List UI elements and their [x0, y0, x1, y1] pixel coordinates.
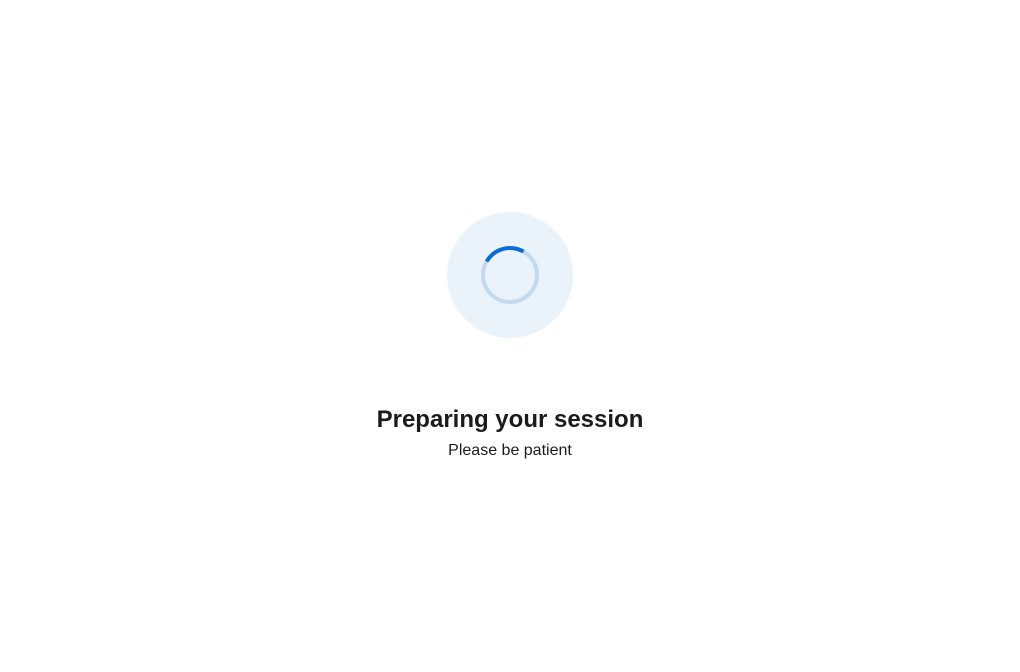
loading-spinner-icon — [481, 246, 539, 304]
loading-subtext: Please be patient — [448, 442, 572, 460]
spinner-container — [447, 212, 573, 338]
loading-heading: Preparing your session — [377, 406, 644, 434]
